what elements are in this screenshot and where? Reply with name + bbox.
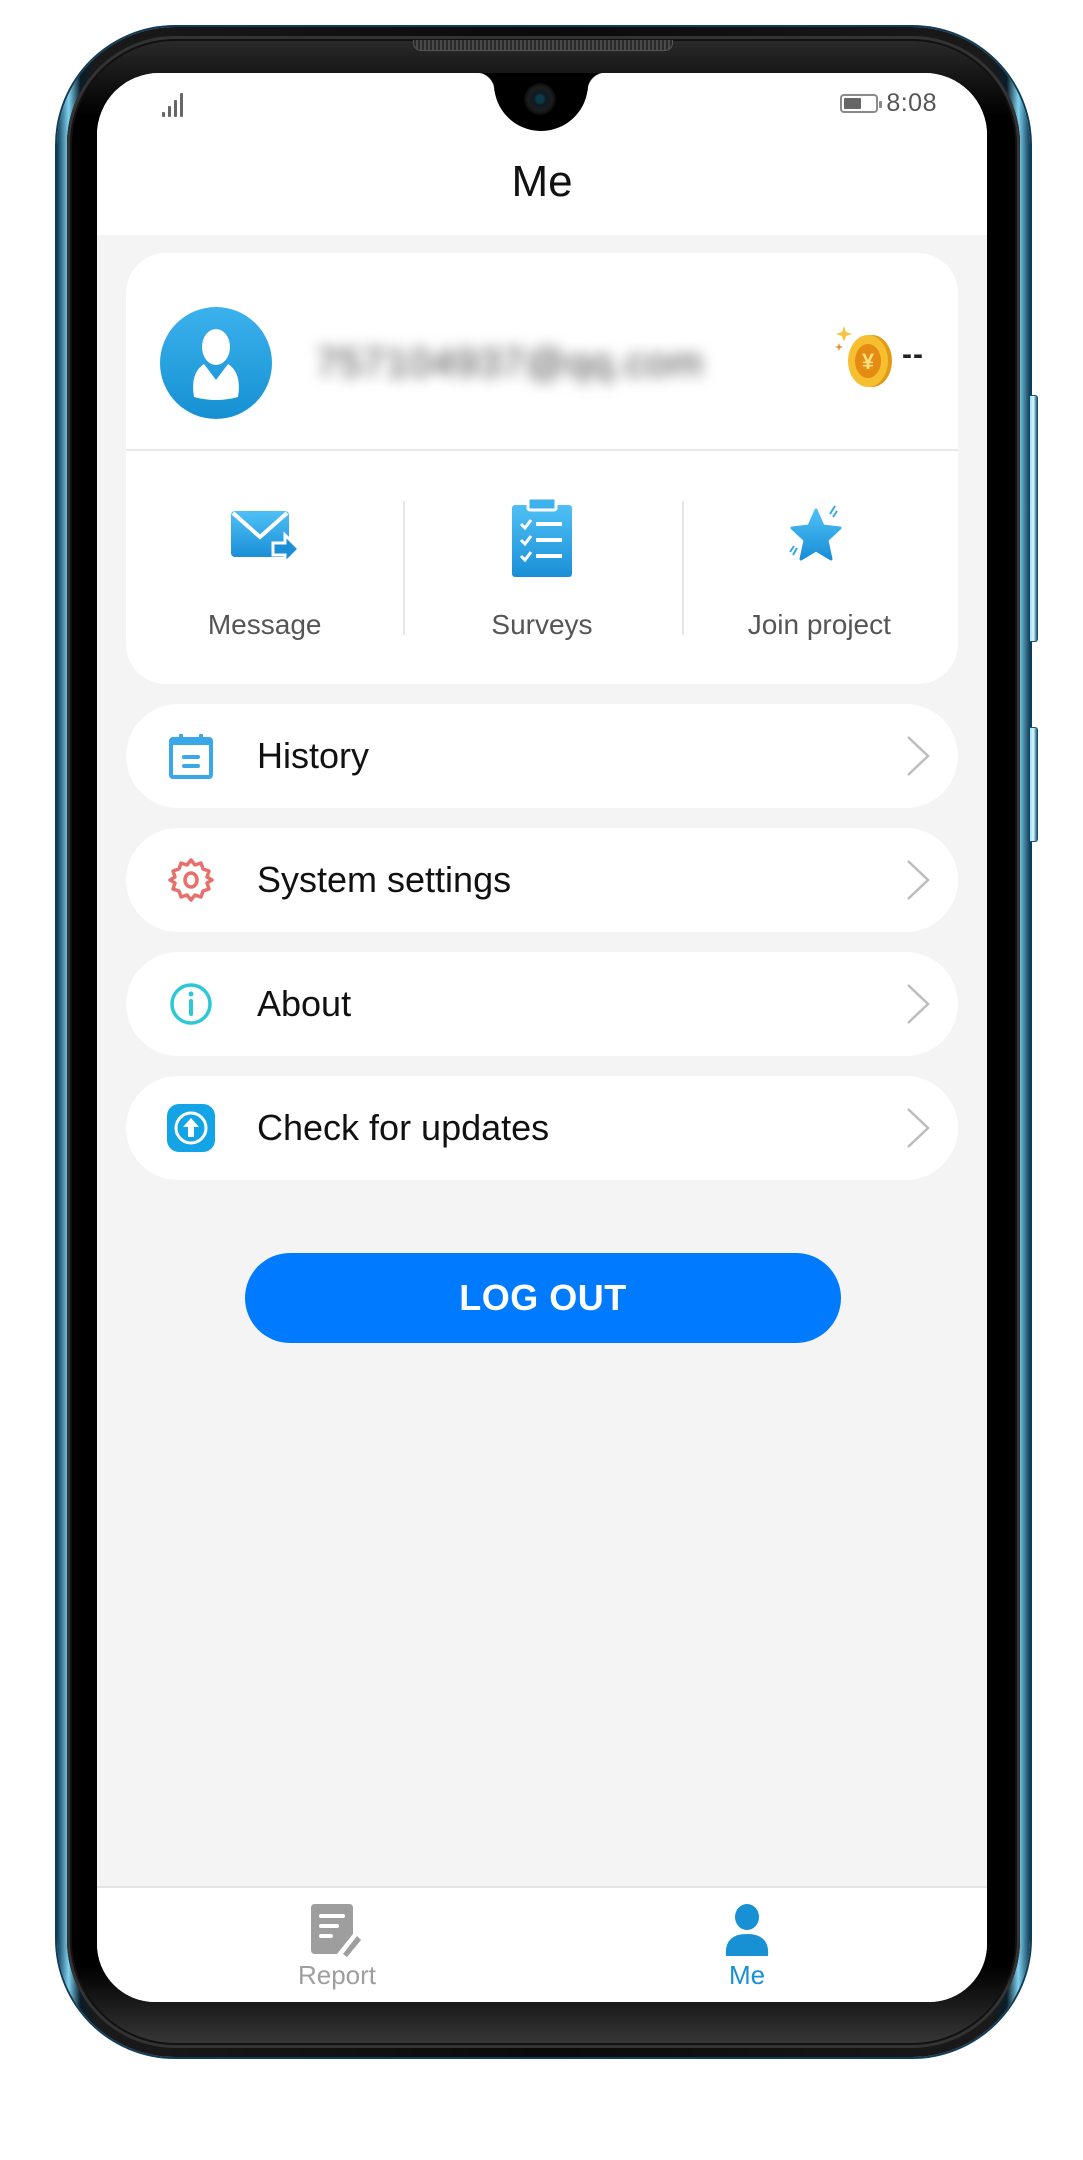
action-label: Surveys	[491, 609, 593, 640]
gear-icon	[166, 855, 216, 905]
tab-me[interactable]: Me	[647, 1888, 847, 2002]
menu-item-label: Check for updates	[257, 1107, 550, 1148]
menu-item-label: System settings	[257, 859, 512, 900]
tab-label: Me	[728, 1960, 766, 1990]
status-bar-right: 8:08	[840, 89, 937, 118]
chevron-right-icon	[907, 1108, 930, 1148]
tab-report[interactable]: Report	[237, 1888, 437, 2002]
star-icon	[779, 497, 859, 577]
tab-label: Report	[297, 1960, 377, 1990]
signal-bars-icon	[162, 91, 192, 117]
report-edit-icon	[310, 1904, 364, 1958]
menu-item-about[interactable]: About	[126, 952, 958, 1056]
info-circle-icon	[166, 979, 216, 1029]
action-label: Join project	[747, 609, 891, 640]
volume-button	[1030, 395, 1038, 642]
clipboard-checklist-icon	[502, 497, 582, 577]
chevron-right-icon	[907, 736, 930, 776]
action-message[interactable]: Message	[126, 451, 403, 684]
menu-item-history[interactable]: History	[126, 704, 958, 808]
menu-item-check-updates[interactable]: Check for updates	[126, 1076, 958, 1180]
person-icon	[720, 1904, 774, 1958]
user-avatar-icon[interactable]	[160, 307, 272, 419]
menu-item-label: History	[257, 735, 370, 776]
earpiece-speaker	[413, 40, 673, 51]
profile-card: 757104937@qq.com ¥ -- Message Surveys Jo…	[126, 253, 958, 684]
svg-text:¥: ¥	[862, 349, 875, 374]
chevron-right-icon	[907, 860, 930, 900]
logout-button[interactable]: LOG OUT	[245, 1253, 841, 1343]
bottom-navigation: Report Me	[97, 1886, 987, 2002]
upload-arrow-icon	[166, 1103, 216, 1153]
action-label: Message	[207, 609, 322, 640]
power-button	[1030, 727, 1038, 842]
action-join-project[interactable]: Join project	[681, 451, 958, 684]
action-surveys[interactable]: Surveys	[403, 451, 680, 684]
battery-level	[844, 98, 861, 109]
battery-icon	[840, 94, 883, 113]
calendar-list-icon	[166, 731, 216, 781]
quick-actions: Message Surveys Join project	[126, 451, 958, 684]
screen: 8:08 Me 757104937@qq.com ¥ -- Message Su…	[97, 73, 987, 2002]
mail-forward-icon	[225, 497, 305, 577]
gold-coin-yuan-icon: ¥	[834, 321, 896, 389]
menu-item-system-settings[interactable]: System settings	[126, 828, 958, 932]
status-time: 8:08	[886, 89, 937, 117]
front-camera	[524, 83, 556, 115]
coin-balance[interactable]: ¥ --	[834, 321, 924, 389]
page-title: Me	[511, 157, 573, 206]
chevron-right-icon	[907, 984, 930, 1024]
coin-value: --	[902, 338, 924, 371]
menu-item-label: About	[257, 983, 352, 1024]
user-email: 757104937@qq.com	[316, 341, 704, 385]
